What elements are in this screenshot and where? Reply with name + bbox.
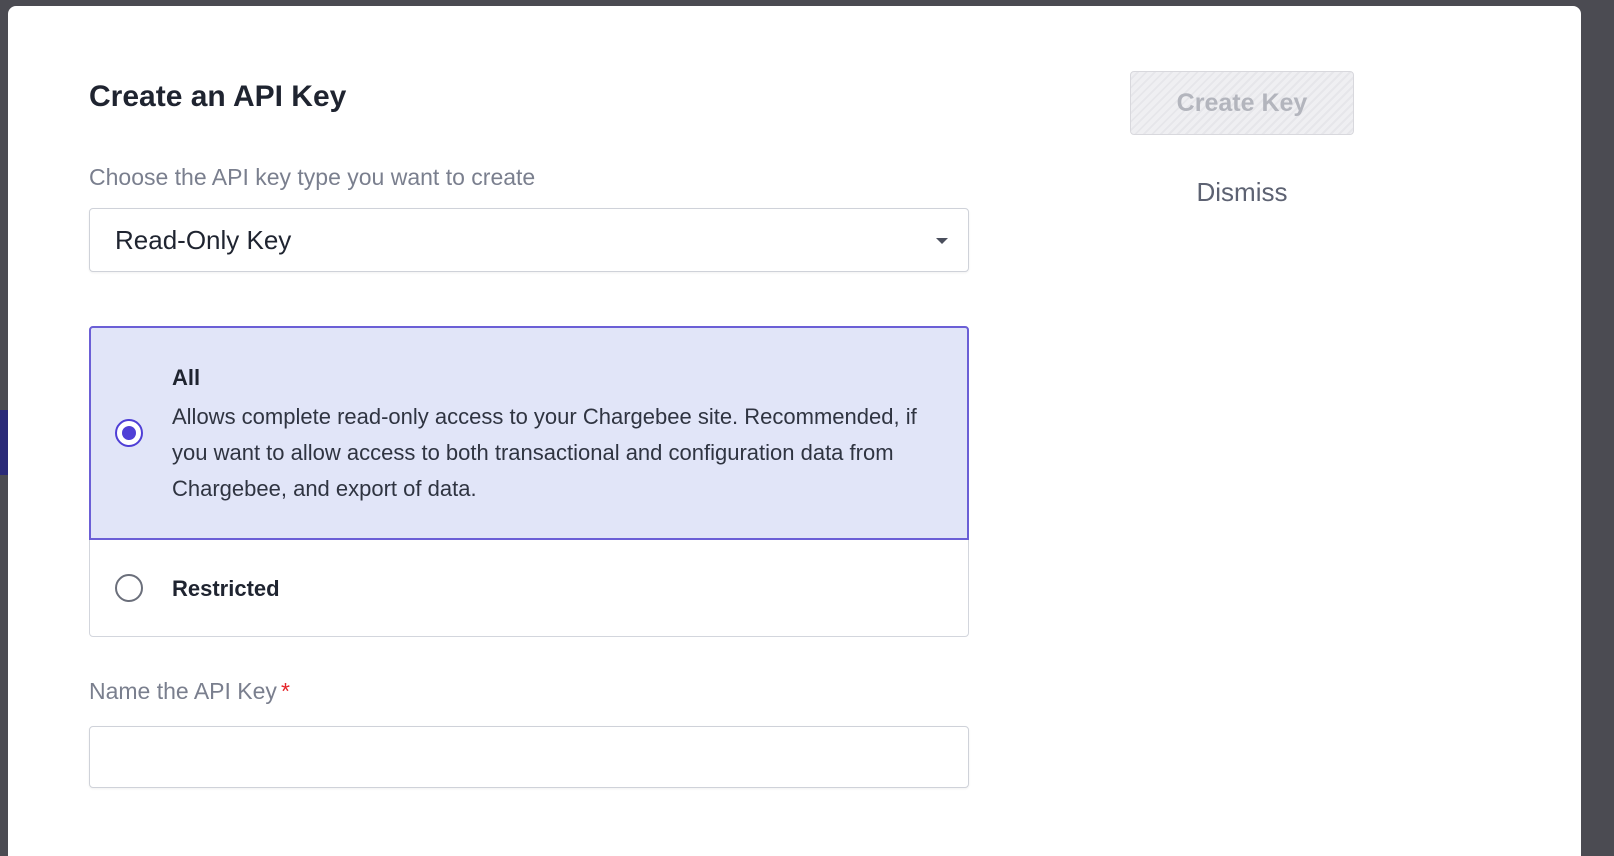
radio-selected-icon[interactable] [115,419,143,447]
access-option-restricted[interactable]: Restricted [90,540,968,636]
key-type-label: Choose the API key type you want to crea… [89,164,536,190]
key-name-input[interactable] [89,726,969,788]
access-option-description: Allows complete read-only access to your… [172,404,917,501]
access-options: All Allows complete read-only access to … [89,326,969,637]
key-type-selected-value: Read-Only Key [115,225,292,255]
dialog-title: Create an API Key [89,80,347,113]
create-api-key-dialog: Create an API Key Choose the API key typ… [8,6,1581,856]
required-marker: * [280,678,290,704]
key-type-select[interactable]: Read-Only Key [89,208,969,272]
access-option-title: Restricted [172,576,280,601]
create-key-button[interactable]: Create Key [1130,71,1354,135]
background-page [0,410,8,475]
key-name-label-text: Name the API Key [89,678,277,704]
access-option-all[interactable]: All Allows complete read-only access to … [89,326,969,540]
dismiss-button[interactable]: Dismiss [1130,172,1354,212]
key-name-label: Name the API Key * [89,678,290,705]
radio-unselected-icon[interactable] [115,574,143,602]
access-option-title: All [172,365,201,390]
chevron-down-icon [936,238,948,244]
